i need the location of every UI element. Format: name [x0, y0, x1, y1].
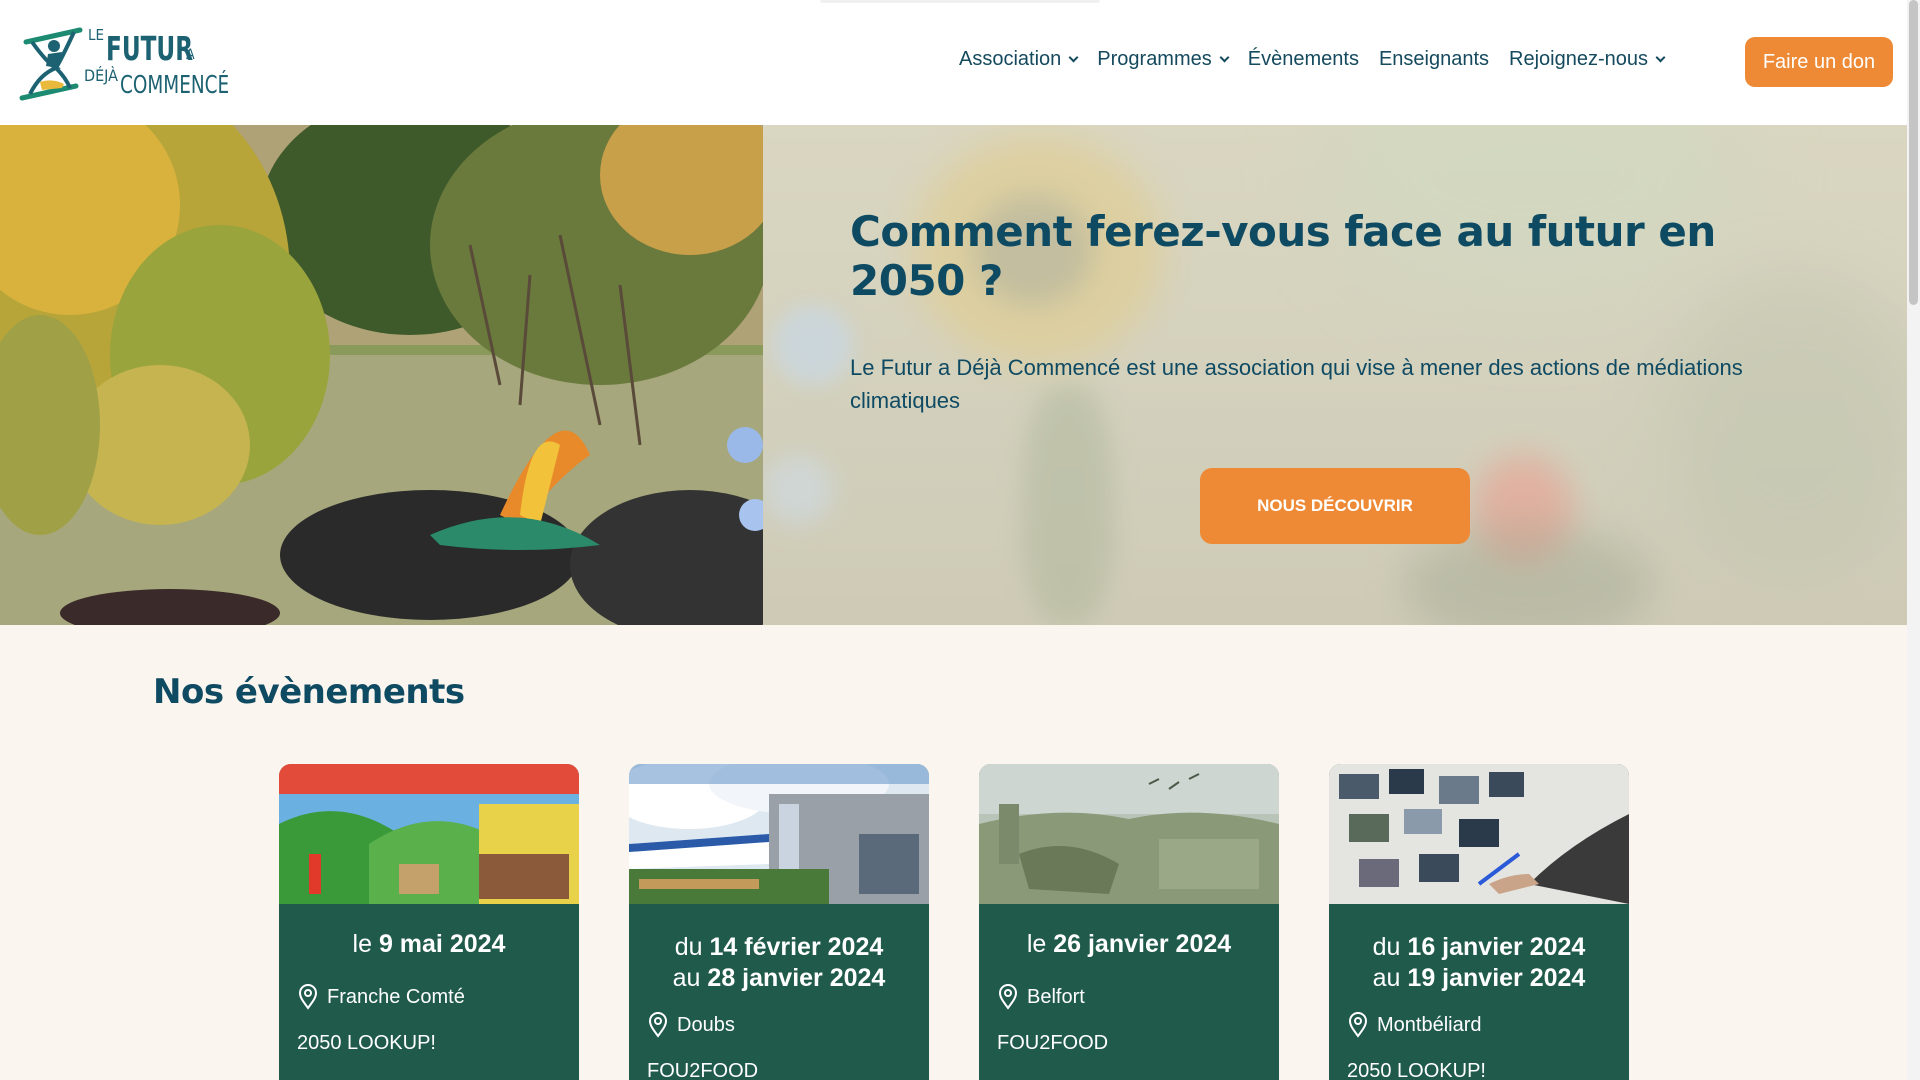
- logo-text-futur: FUTUR: [106, 29, 194, 68]
- event-program: 2050 LOOKUP!: [1347, 1060, 1486, 1080]
- donate-button[interactable]: Faire un don: [1745, 37, 1893, 87]
- logo-text-deja: DÉJÀ: [84, 66, 118, 85]
- location-pin-icon: [998, 984, 1018, 1010]
- logo-text-le: LE: [88, 26, 105, 44]
- event-location-label: Doubs: [677, 1013, 735, 1036]
- event-card-image-building: [629, 764, 929, 904]
- chevron-down-icon: [1655, 52, 1666, 63]
- nav-label: Programmes: [1097, 48, 1212, 70]
- event-card[interactable]: du 16 janvier 2024 au 19 janvier 2024 Mo…: [1329, 764, 1629, 1080]
- event-location: Franche Comté: [297, 984, 465, 1010]
- main-nav: Association Programmes Évènements Enseig…: [959, 48, 1684, 71]
- event-program: 2050 LOOKUP!: [297, 1032, 436, 1054]
- header-tab-indicator: [820, 0, 1100, 3]
- nav-item-rejoignez-nous[interactable]: Rejoignez-nous: [1509, 48, 1666, 71]
- event-date-range: du 16 janvier 2024 au 19 janvier 2024: [1372, 933, 1586, 992]
- site-logo[interactable]: LE FUTUR A DÉJÀ COMMENCÉ: [18, 20, 229, 102]
- hero-section: Comment ferez-vous face au futur en 2050…: [0, 125, 1907, 625]
- nav-item-evenements[interactable]: Évènements: [1248, 48, 1359, 71]
- hero-description: Le Futur a Déjà Commencé est une associa…: [850, 355, 1743, 413]
- location-pin-icon: [1348, 1012, 1368, 1038]
- event-location: Doubs: [647, 1012, 735, 1038]
- nav-label: Rejoignez-nous: [1509, 48, 1648, 70]
- nav-item-enseignants[interactable]: Enseignants: [1379, 48, 1489, 71]
- page-scrollbar[interactable]: [1907, 0, 1920, 1080]
- nav-item-association[interactable]: Association: [959, 48, 1079, 71]
- location-pin-icon: [298, 984, 318, 1010]
- event-card[interactable]: du 14 février 2024 au 28 janvier 2024 Do…: [629, 764, 929, 1080]
- events-section-title: Nos évènements: [153, 672, 465, 712]
- logo-text-a: A: [186, 47, 195, 63]
- hero-garden-photo: [0, 125, 763, 625]
- event-card-image-workshop: [1329, 764, 1629, 904]
- event-location: Belfort: [997, 984, 1085, 1010]
- event-date: le 9 mai 2024: [352, 930, 506, 958]
- event-card[interactable]: le 9 mai 2024 Franche Comté 2050 LOOKUP!: [279, 764, 579, 1080]
- nav-label: Enseignants: [1378, 48, 1490, 70]
- hero-title: Comment ferez-vous face au futur en 2050…: [850, 207, 1716, 305]
- nav-label: Association: [959, 48, 1062, 70]
- chevron-down-icon: [1219, 52, 1230, 63]
- event-date: le 26 janvier 2024: [1026, 930, 1232, 958]
- event-date-range: du 14 février 2024 au 28 janvier 2024: [672, 933, 886, 992]
- event-card-image-exhibition: [279, 764, 579, 904]
- event-program: FOU2FOOD: [647, 1060, 759, 1080]
- event-location: Montbéliard: [1347, 1012, 1482, 1038]
- chevron-down-icon: [1068, 52, 1079, 63]
- event-location-label: Belfort: [1027, 985, 1085, 1008]
- scrollbar-thumb[interactable]: [1909, 0, 1918, 305]
- event-location-label: Montbéliard: [1377, 1013, 1482, 1036]
- event-card[interactable]: le 26 janvier 2024 Belfort FOU2FOOD: [979, 764, 1279, 1080]
- discover-button[interactable]: NOUS DÉCOUVRIR: [1200, 468, 1470, 544]
- site-header: LE FUTUR A DÉJÀ COMMENCÉ Association Pro…: [0, 0, 1907, 125]
- nav-item-programmes[interactable]: Programmes: [1097, 48, 1230, 71]
- location-pin-icon: [648, 1012, 668, 1038]
- event-location-label: Franche Comté: [327, 985, 465, 1008]
- nav-label: Évènements: [1247, 48, 1359, 70]
- event-card-image-illustration: [979, 764, 1279, 904]
- logo-hourglass-icon: [19, 27, 83, 101]
- logo-text-commence: COMMENCÉ: [120, 70, 230, 99]
- event-program: FOU2FOOD: [997, 1032, 1109, 1054]
